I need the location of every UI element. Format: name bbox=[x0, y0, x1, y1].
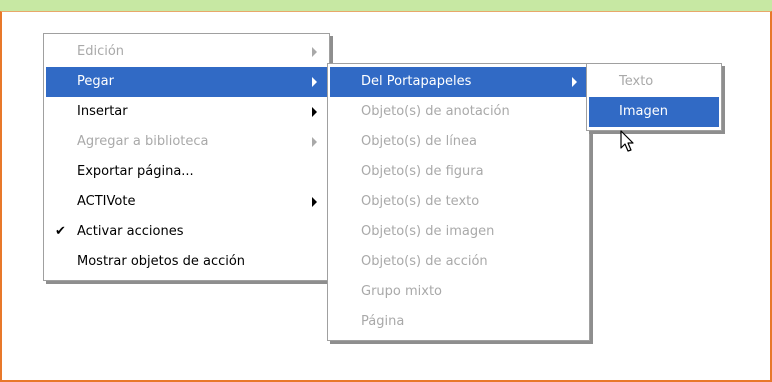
menu-item-label: Imagen bbox=[619, 104, 668, 119]
clipboard-submenu: Texto Imagen bbox=[586, 63, 722, 131]
submenu-item-objetos-de-texto: Objeto(s) de texto bbox=[330, 187, 587, 217]
submenu-item-del-portapapeles[interactable]: Del Portapapeles bbox=[330, 67, 587, 97]
submenu-arrow-icon bbox=[572, 77, 577, 87]
menu-item-label: Objeto(s) de imagen bbox=[361, 224, 495, 239]
menu-item-label: Activar acciones bbox=[77, 224, 184, 239]
menu-item-activote[interactable]: ACTIVote bbox=[46, 187, 327, 217]
menu-item-label: Texto bbox=[619, 74, 654, 89]
menu-item-agregar-a-biblioteca: Agregar a biblioteca bbox=[46, 127, 327, 157]
submenu-arrow-icon bbox=[312, 47, 317, 57]
menu-item-edicion: Edición bbox=[46, 37, 327, 67]
menu-item-label: Objeto(s) de línea bbox=[361, 134, 478, 149]
context-menu: Edición Pegar Insertar Agregar a bibliot… bbox=[43, 33, 330, 281]
menu-item-label: Pegar bbox=[77, 74, 114, 89]
submenu-item-objetos-de-imagen: Objeto(s) de imagen bbox=[330, 217, 587, 247]
paste-submenu: Del Portapapeles Objeto(s) de anotación … bbox=[327, 63, 590, 341]
submenu-item-texto: Texto bbox=[589, 67, 719, 97]
menu-item-exportar-pagina[interactable]: Exportar página... bbox=[46, 157, 327, 187]
menu-item-pegar[interactable]: Pegar bbox=[46, 67, 327, 97]
menu-item-label: Grupo mixto bbox=[361, 284, 443, 299]
check-icon: ✔ bbox=[55, 224, 66, 239]
menu-item-mostrar-objetos-de-accion[interactable]: Mostrar objetos de acción bbox=[46, 247, 327, 277]
submenu-item-objetos-de-figura: Objeto(s) de figura bbox=[330, 157, 587, 187]
menu-item-label: Objeto(s) de acción bbox=[361, 254, 488, 269]
menu-item-label: Insertar bbox=[77, 104, 128, 119]
mouse-pointer-icon bbox=[620, 130, 634, 152]
submenu-arrow-icon bbox=[312, 137, 317, 147]
menu-item-label: Edición bbox=[77, 44, 125, 59]
submenu-arrow-icon bbox=[312, 107, 317, 117]
menu-item-label: Objeto(s) de texto bbox=[361, 194, 480, 209]
submenu-item-grupo-mixto: Grupo mixto bbox=[330, 277, 587, 307]
submenu-arrow-icon bbox=[312, 197, 317, 207]
menu-item-label: Agregar a biblioteca bbox=[77, 134, 209, 149]
submenu-item-objetos-de-anotacion: Objeto(s) de anotación bbox=[330, 97, 587, 127]
menu-item-label: Objeto(s) de anotación bbox=[361, 104, 510, 119]
menu-item-label: Página bbox=[361, 314, 405, 329]
submenu-arrow-icon bbox=[312, 77, 317, 87]
menu-item-label: Objeto(s) de figura bbox=[361, 164, 484, 179]
menu-item-label: ACTIVote bbox=[77, 194, 136, 209]
submenu-item-imagen[interactable]: Imagen bbox=[589, 97, 719, 127]
menu-item-label: Exportar página... bbox=[77, 164, 194, 179]
menu-item-insertar[interactable]: Insertar bbox=[46, 97, 327, 127]
menu-item-label: Del Portapapeles bbox=[361, 74, 472, 89]
submenu-item-objetos-de-linea: Objeto(s) de línea bbox=[330, 127, 587, 157]
menu-item-activar-acciones[interactable]: ✔ Activar acciones bbox=[46, 217, 327, 247]
submenu-item-pagina: Página bbox=[330, 307, 587, 337]
submenu-item-objetos-de-accion: Objeto(s) de acción bbox=[330, 247, 587, 277]
menu-item-label: Mostrar objetos de acción bbox=[77, 254, 246, 269]
